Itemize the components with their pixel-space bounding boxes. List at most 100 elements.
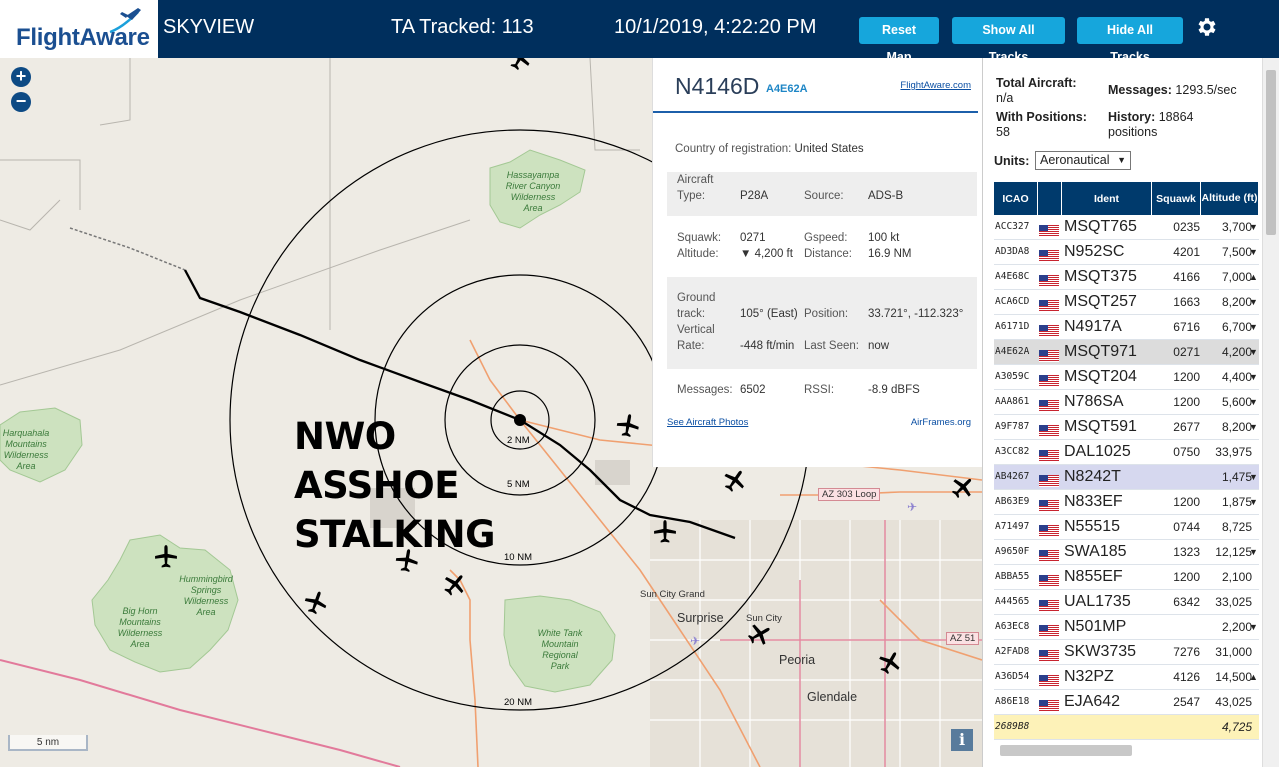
altitude-trend-icon: ▲: [1249, 272, 1258, 282]
altitude-trend-icon: ▼: [1249, 297, 1258, 307]
zoom-in-button[interactable]: +: [11, 67, 31, 87]
cell-squawk: 1663: [1173, 295, 1200, 309]
table-row[interactable]: 2689B8 4,725: [994, 715, 1259, 740]
cell-altitude: 8,200: [1221, 295, 1252, 309]
scrollbar-thumb[interactable]: [1266, 70, 1276, 235]
cell-altitude: 2,100: [1221, 570, 1252, 584]
table-row[interactable]: A63EC8 N501MP 2,200 ▼: [994, 615, 1259, 640]
reset-map-button[interactable]: Reset Map: [859, 17, 939, 64]
us-flag-icon: [1039, 446, 1059, 462]
detail-type-row: Aircraft Type: P28A Source: ADS-B: [667, 172, 977, 216]
cell-altitude: 12,125: [1215, 545, 1252, 559]
place-label-sun-city-grand: Sun City Grand: [640, 589, 705, 600]
cell-icao: A4E62A: [995, 346, 1030, 357]
detail-hex[interactable]: A4E62A: [766, 83, 808, 95]
us-flag-icon: [1039, 371, 1059, 387]
table-row[interactable]: A9650F SWA185 1323 12,125 ▼: [994, 540, 1259, 565]
cell-ident: MSQT971: [1064, 343, 1137, 360]
col-altitude[interactable]: Altitude (ft): [1201, 182, 1259, 215]
hide-all-tracks-button[interactable]: Hide All Tracks: [1077, 17, 1183, 64]
aircraft-photos-link[interactable]: See Aircraft Photos: [667, 417, 748, 428]
cell-squawk: 2677: [1173, 420, 1200, 434]
show-all-tracks-button[interactable]: Show All Tracks: [952, 17, 1065, 64]
col-squawk[interactable]: Squawk: [1152, 182, 1201, 215]
table-row[interactable]: A36D54 N32PZ 4126 14,500 ▲: [994, 665, 1259, 690]
table-row[interactable]: A86E18 EJA642 2547 43,025: [994, 690, 1259, 715]
horizontal-scrollbar[interactable]: [1000, 745, 1132, 756]
us-flag-icon: [1039, 246, 1059, 262]
col-ident[interactable]: Ident: [1062, 182, 1152, 215]
airport-icon: ✈: [907, 500, 918, 514]
table-row[interactable]: A4E68C MSQT375 4166 7,000 ▲: [994, 265, 1259, 290]
table-row[interactable]: ABBA55 N855EF 1200 2,100: [994, 565, 1259, 590]
cell-squawk: 7276: [1173, 645, 1200, 659]
cell-icao: A36D54: [995, 671, 1030, 682]
table-row[interactable]: A2FAD8 SKW3735 7276 31,000: [994, 640, 1259, 665]
cell-ident: N952SC: [1064, 243, 1125, 260]
detail-track-row: Ground track: 105° (East) Position: 33.7…: [667, 277, 977, 369]
cell-altitude: 4,725: [1221, 720, 1252, 734]
table-row[interactable]: A9F787 MSQT591 2677 8,200 ▼: [994, 415, 1259, 440]
units-select[interactable]: Aeronautical ▼: [1035, 151, 1131, 170]
altitude-trend-icon: ▲: [1249, 672, 1258, 682]
table-row[interactable]: ACA6CD MSQT257 1663 8,200 ▼: [994, 290, 1259, 315]
col-flag[interactable]: [1038, 182, 1062, 215]
table-row[interactable]: A71497 N55515 0744 8,725: [994, 515, 1259, 540]
aircraft-icon[interactable]: [653, 519, 677, 543]
altitude-trend-icon: ▼: [1249, 372, 1258, 382]
vertical-scrollbar[interactable]: [1262, 58, 1279, 767]
table-row[interactable]: A44565 UAL1735 6342 33,025: [994, 590, 1259, 615]
table-row[interactable]: A3CC82 DAL1025 0750 33,975: [994, 440, 1259, 465]
table-row[interactable]: AB63E9 N833EF 1200 1,875 ▼: [994, 490, 1259, 515]
us-flag-icon: [1039, 346, 1059, 362]
us-flag-icon: [1039, 571, 1059, 587]
cell-altitude: 8,725: [1221, 520, 1252, 534]
table-row[interactable]: A4E62A MSQT971 0271 4,200 ▼: [994, 340, 1259, 365]
detail-messages-row: Messages: 6502 RSSI: -8.9 dBFS: [677, 384, 920, 396]
gear-icon[interactable]: [1194, 15, 1218, 39]
flightaware-logo[interactable]: FlightAware: [0, 0, 158, 58]
road-shield-az303: AZ 303 Loop: [818, 488, 881, 501]
place-label-peoria: Peoria: [779, 653, 816, 667]
table-row[interactable]: AAA861 N786SA 1200 5,600 ▼: [994, 390, 1259, 415]
flightaware-link[interactable]: FlightAware.com: [900, 80, 971, 91]
cell-ident: SWA185: [1064, 543, 1127, 560]
altitude-trend-icon: ▼: [1249, 497, 1258, 507]
cell-ident: N8242T: [1064, 468, 1121, 485]
cell-ident: EJA642: [1064, 693, 1121, 710]
cell-ident: MSQT765: [1064, 218, 1137, 235]
table-row[interactable]: AD3DA8 N952SC 4201 7,500 ▼: [994, 240, 1259, 265]
us-flag-icon: [1039, 396, 1059, 412]
aircraft-detail-panel: N4146D A4E62A FlightAware.com Country of…: [652, 58, 982, 467]
us-flag-icon: [1039, 646, 1059, 662]
cell-altitude: 6,700: [1221, 320, 1252, 334]
cell-altitude: 7,000: [1221, 270, 1252, 284]
cell-icao: A71497: [995, 521, 1030, 532]
zoom-out-button[interactable]: −: [11, 92, 31, 112]
aircraft-icon[interactable]: [614, 411, 642, 439]
cell-squawk: 2547: [1173, 695, 1200, 709]
info-icon[interactable]: i: [951, 729, 973, 751]
table-row[interactable]: A6171D N4917A 6716 6,700 ▼: [994, 315, 1259, 340]
top-header: FlightAware SKYVIEW TA Tracked: 113 10/1…: [0, 0, 1279, 64]
place-label-hassayampa: Hassayampa River Canyon Wilderness Area: [505, 170, 561, 213]
units-label: Units:: [994, 154, 1030, 168]
cell-squawk: [1150, 615, 1200, 639]
col-icao[interactable]: ICAO: [994, 182, 1038, 215]
table-row[interactable]: ACC327 MSQT765 0235 3,700 ▼: [994, 215, 1259, 240]
altitude-trend-icon: ▼: [1249, 322, 1258, 332]
cell-altitude: 7,500: [1221, 245, 1252, 259]
table-row[interactable]: A3059C MSQT204 1200 4,400 ▼: [994, 365, 1259, 390]
cell-icao: ACA6CD: [995, 296, 1030, 307]
altitude-trend-icon: ▼: [1249, 347, 1258, 357]
cell-ident: MSQT204: [1064, 368, 1137, 385]
range-label-2nm: 2 NM: [507, 435, 530, 446]
altitude-trend-icon: ▼: [1249, 622, 1258, 632]
cell-icao: A3CC82: [995, 446, 1030, 457]
cell-ident: SKW3735: [1064, 643, 1137, 660]
airframes-link[interactable]: AirFrames.org: [911, 417, 971, 428]
cell-squawk: 1200: [1173, 495, 1200, 509]
cell-altitude: 3,700: [1221, 220, 1252, 234]
aircraft-icon[interactable]: [154, 544, 178, 568]
table-row[interactable]: AB4267 N8242T 1,475 ▼: [994, 465, 1259, 490]
